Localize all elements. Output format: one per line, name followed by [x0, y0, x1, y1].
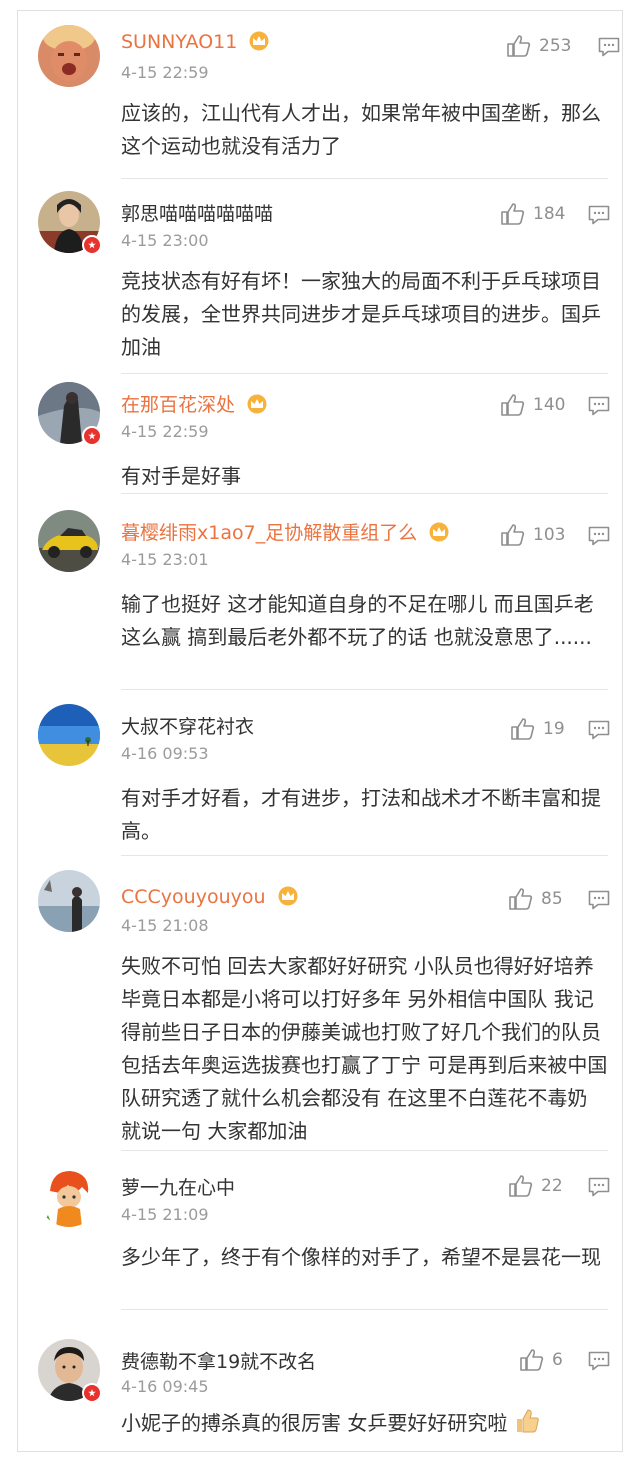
avatar[interactable] — [38, 870, 100, 932]
comment-list: SUNNYAO11 4-15 22:59 253 应该的，江山代有人才出，如果常… — [17, 10, 623, 1452]
thumbs-up-icon — [507, 35, 531, 57]
comment-time: 4-15 21:09 — [121, 1205, 209, 1224]
comment-item: 郭思喵喵喵喵喵喵 4-15 23:00 184 竞技状态有好有坏！一家独大的局面… — [18, 179, 624, 374]
comment-item: CCCyouyouyou 4-15 21:08 85 失败不可怕 回去大家都好好… — [18, 856, 624, 1151]
comment-text: 有对手是好事 — [121, 464, 241, 488]
comment-username[interactable]: 郭思喵喵喵喵喵喵 — [121, 199, 273, 226]
comment-text: 失败不可怕 回去大家都好好研究 小队员也得好好培养 毕竟日本都是小将可以打好多年… — [121, 954, 608, 1143]
comment-bubble-icon[interactable] — [588, 205, 610, 225]
comment-item: 在那百花深处 4-15 22:59 140 有对手是好事 — [18, 374, 624, 494]
comment-bubble-icon[interactable] — [588, 1177, 610, 1197]
crown-icon — [429, 522, 449, 542]
comment-time: 4-15 22:59 — [121, 422, 209, 441]
crown-icon — [247, 394, 267, 414]
thumbs-up-icon — [501, 394, 525, 416]
thumbs-up-icon — [509, 888, 533, 910]
comment-username[interactable]: 萝一九在心中 — [121, 1173, 235, 1200]
avatar[interactable] — [38, 704, 100, 766]
comment-bubble-icon[interactable] — [598, 37, 620, 57]
like-button[interactable]: 85 — [509, 888, 563, 910]
comment-text: 有对手才好看，才有进步，打法和战术才不断丰富和提高。 — [121, 786, 601, 843]
like-count: 6 — [552, 1350, 563, 1370]
avatar[interactable] — [38, 25, 100, 87]
comment-bubble-icon[interactable] — [588, 890, 610, 910]
divider — [121, 1309, 608, 1310]
comment-time: 4-15 22:59 — [121, 63, 209, 82]
comment-time: 4-15 23:01 — [121, 550, 209, 569]
comment-bubble-icon[interactable] — [588, 526, 610, 546]
like-count: 19 — [543, 719, 565, 739]
comment-bubble-icon[interactable] — [588, 1351, 610, 1371]
comment-username[interactable]: 在那百花深处 — [121, 390, 268, 417]
comment-time: 4-15 23:00 — [121, 231, 209, 250]
crown-icon — [249, 31, 269, 51]
comment-bubble-icon[interactable] — [588, 396, 610, 416]
like-count: 103 — [533, 525, 566, 545]
comment-username[interactable]: 大叔不穿花衬衣 — [121, 712, 254, 739]
comment-text: 应该的，江山代有人才出，如果常年被中国垄断，那么这个运动也就没有活力了 — [121, 101, 601, 158]
verified-badge-icon — [82, 426, 102, 446]
like-button[interactable]: 6 — [520, 1349, 563, 1371]
comment-time: 4-16 09:45 — [121, 1377, 209, 1396]
comment-item: SUNNYAO11 4-15 22:59 253 应该的，江山代有人才出，如果常… — [18, 11, 624, 179]
comment-text: 小妮子的搏杀真的很厉害 女乒要好好研究啦 — [121, 1407, 611, 1440]
like-count: 140 — [533, 395, 566, 415]
thumbs-up-icon — [520, 1349, 544, 1371]
comment-username[interactable]: 暮樱绯雨x1ao7_足协解散重组了么 — [121, 518, 450, 545]
crown-icon — [278, 886, 298, 906]
comment-bubble-icon[interactable] — [588, 720, 610, 740]
like-count: 22 — [541, 1176, 563, 1196]
comment-username[interactable]: 费德勒不拿19就不改名 — [121, 1347, 316, 1374]
thumbs-up-emoji — [516, 1409, 539, 1433]
like-button[interactable]: 19 — [511, 718, 565, 740]
like-count: 253 — [539, 36, 572, 56]
comment-text: 竞技状态有好有坏！一家独大的局面不利于乒乓球项目的发展，全世界共同进步才是乒乓球… — [121, 269, 601, 359]
avatar[interactable] — [38, 1165, 100, 1227]
like-button[interactable]: 140 — [501, 394, 565, 416]
like-button[interactable]: 22 — [509, 1175, 563, 1197]
thumbs-up-icon — [501, 524, 525, 546]
verified-badge-icon — [82, 235, 102, 255]
thumbs-up-icon — [509, 1175, 533, 1197]
comment-item: 萝一九在心中 4-15 21:09 22 多少年了，终于有个像样的对手了，希望不… — [18, 1151, 624, 1311]
avatar[interactable] — [38, 510, 100, 572]
thumbs-up-icon — [501, 203, 525, 225]
like-button[interactable]: 184 — [501, 203, 565, 225]
like-count: 85 — [541, 889, 563, 909]
comment-time: 4-16 09:53 — [121, 744, 209, 763]
comment-text: 输了也挺好 这才能知道自身的不足在哪儿 而且国乒老这么赢 搞到最后老外都不玩了的… — [121, 592, 594, 649]
like-button[interactable]: 253 — [507, 35, 571, 57]
comment-item: 暮樱绯雨x1ao7_足协解散重组了么 4-15 23:01 103 输了也挺好 … — [18, 494, 624, 690]
comment-username[interactable]: CCCyouyouyou — [121, 886, 299, 908]
comment-text: 多少年了，终于有个像样的对手了，希望不是昙花一现 — [121, 1245, 601, 1269]
thumbs-up-icon — [511, 718, 535, 740]
verified-badge-icon — [82, 1383, 102, 1403]
like-button[interactable]: 103 — [501, 524, 565, 546]
comment-time: 4-15 21:08 — [121, 916, 209, 935]
comment-item: 大叔不穿花衬衣 4-16 09:53 19 有对手才好看，才有进步，打法和战术才… — [18, 690, 624, 856]
comment-username[interactable]: SUNNYAO11 — [121, 31, 270, 53]
comment-item: 费德勒不拿19就不改名 4-16 09:45 6 小妮子的搏杀真的很厉害 女乒要… — [18, 1311, 624, 1451]
like-count: 184 — [533, 204, 566, 224]
